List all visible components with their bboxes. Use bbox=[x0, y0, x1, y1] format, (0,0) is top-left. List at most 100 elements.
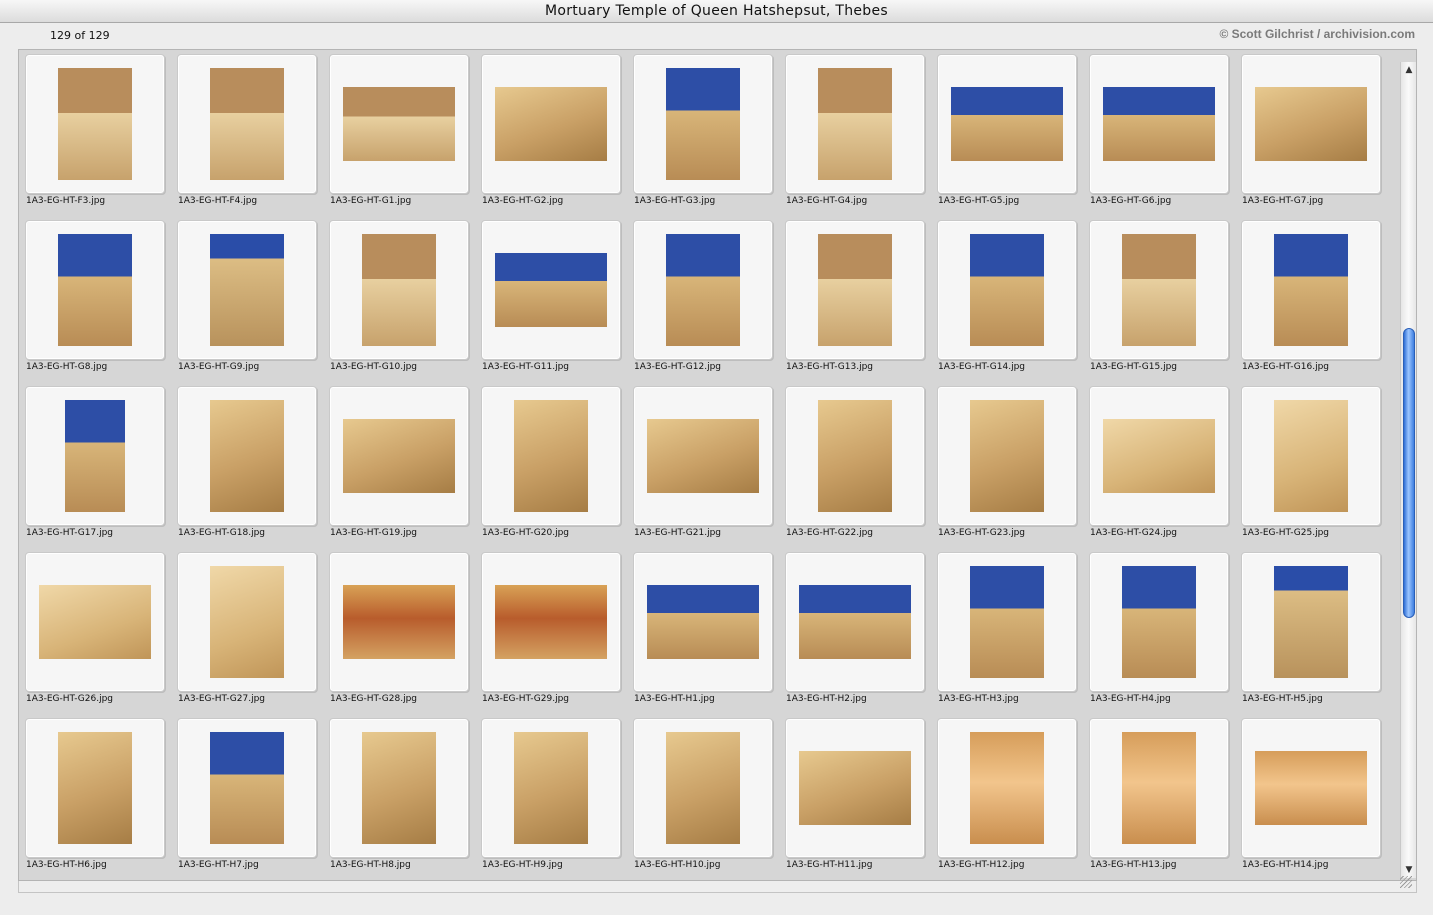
thumbnail-item[interactable]: 1A3-EG-HT-H7.jpg bbox=[171, 714, 323, 880]
thumbnail-frame[interactable] bbox=[1089, 54, 1229, 194]
thumbnail-item[interactable]: 1A3-EG-HT-G23.jpg bbox=[931, 382, 1083, 548]
thumbnail-image[interactable] bbox=[65, 400, 125, 512]
thumbnail-image[interactable] bbox=[799, 751, 911, 825]
thumbnail-item[interactable]: 1A3-EG-HT-H9.jpg bbox=[475, 714, 627, 880]
thumbnail-image[interactable] bbox=[343, 585, 455, 659]
thumbnail-item[interactable]: 1A3-EG-HT-G9.jpg bbox=[171, 216, 323, 382]
thumbnail-image[interactable] bbox=[514, 400, 588, 512]
thumbnail-item[interactable]: 1A3-EG-HT-G15.jpg bbox=[1083, 216, 1235, 382]
thumbnail-frame[interactable] bbox=[177, 718, 317, 858]
thumbnail-image[interactable] bbox=[818, 400, 892, 512]
thumbnail-image[interactable] bbox=[362, 732, 436, 844]
thumbnail-item[interactable]: 1A3-EG-HT-H1.jpg bbox=[627, 548, 779, 714]
thumbnail-image[interactable] bbox=[1122, 732, 1196, 844]
thumbnail-frame[interactable] bbox=[785, 54, 925, 194]
thumbnail-item[interactable]: 1A3-EG-HT-G1.jpg bbox=[323, 50, 475, 216]
thumbnail-frame[interactable] bbox=[1241, 718, 1381, 858]
thumbnail-item[interactable]: 1A3-EG-HT-G26.jpg bbox=[19, 548, 171, 714]
thumbnail-item[interactable]: 1A3-EG-HT-G18.jpg bbox=[171, 382, 323, 548]
thumbnail-image[interactable] bbox=[666, 234, 740, 346]
thumbnail-frame[interactable] bbox=[329, 552, 469, 692]
thumbnail-item[interactable]: 1A3-EG-HT-G17.jpg bbox=[19, 382, 171, 548]
thumbnail-item[interactable]: 1A3-EG-HT-H6.jpg bbox=[19, 714, 171, 880]
thumbnail-item[interactable]: 1A3-EG-HT-G21.jpg bbox=[627, 382, 779, 548]
thumbnail-item[interactable]: 1A3-EG-HT-G8.jpg bbox=[19, 216, 171, 382]
thumbnail-image[interactable] bbox=[514, 732, 588, 844]
thumbnail-image[interactable] bbox=[210, 732, 284, 844]
resize-grip-icon[interactable] bbox=[1400, 876, 1412, 888]
thumbnail-frame[interactable] bbox=[329, 718, 469, 858]
thumbnail-image[interactable] bbox=[1103, 419, 1215, 493]
thumbnail-frame[interactable] bbox=[633, 54, 773, 194]
thumbnail-image[interactable] bbox=[951, 87, 1063, 161]
thumbnail-image[interactable] bbox=[666, 732, 740, 844]
thumbnail-image[interactable] bbox=[58, 732, 132, 844]
thumbnail-image[interactable] bbox=[1122, 566, 1196, 678]
thumbnail-frame[interactable] bbox=[25, 718, 165, 858]
thumbnail-item[interactable]: 1A3-EG-HT-G27.jpg bbox=[171, 548, 323, 714]
thumbnail-item[interactable]: 1A3-EG-HT-F3.jpg bbox=[19, 50, 171, 216]
thumbnail-item[interactable]: 1A3-EG-HT-G25.jpg bbox=[1235, 382, 1387, 548]
thumbnail-frame[interactable] bbox=[633, 386, 773, 526]
thumbnail-item[interactable]: 1A3-EG-HT-H14.jpg bbox=[1235, 714, 1387, 880]
thumbnail-image[interactable] bbox=[495, 87, 607, 161]
thumbnail-item[interactable]: 1A3-EG-HT-G14.jpg bbox=[931, 216, 1083, 382]
thumbnail-frame[interactable] bbox=[1241, 552, 1381, 692]
thumbnail-image[interactable] bbox=[58, 68, 132, 180]
thumbnail-frame[interactable] bbox=[25, 220, 165, 360]
thumbnail-image[interactable] bbox=[970, 400, 1044, 512]
thumbnail-image[interactable] bbox=[343, 419, 455, 493]
thumbnail-item[interactable]: 1A3-EG-HT-G29.jpg bbox=[475, 548, 627, 714]
thumbnail-image[interactable] bbox=[1122, 234, 1196, 346]
thumbnail-frame[interactable] bbox=[1241, 220, 1381, 360]
thumbnail-image[interactable] bbox=[1103, 87, 1215, 161]
thumbnail-item[interactable]: 1A3-EG-HT-G28.jpg bbox=[323, 548, 475, 714]
thumbnail-item[interactable]: 1A3-EG-HT-G5.jpg bbox=[931, 50, 1083, 216]
thumbnail-item[interactable]: 1A3-EG-HT-H5.jpg bbox=[1235, 548, 1387, 714]
thumbnail-frame[interactable] bbox=[785, 220, 925, 360]
thumbnail-frame[interactable] bbox=[329, 54, 469, 194]
thumbnail-image[interactable] bbox=[647, 585, 759, 659]
thumbnail-image[interactable] bbox=[1255, 87, 1367, 161]
thumbnail-item[interactable]: 1A3-EG-HT-G4.jpg bbox=[779, 50, 931, 216]
thumbnail-item[interactable]: 1A3-EG-HT-H13.jpg bbox=[1083, 714, 1235, 880]
thumbnail-image[interactable] bbox=[818, 234, 892, 346]
thumbnail-frame[interactable] bbox=[785, 552, 925, 692]
thumbnail-image[interactable] bbox=[818, 68, 892, 180]
scroll-up-arrow[interactable]: ▲ bbox=[1403, 64, 1415, 76]
thumbnail-image[interactable] bbox=[362, 234, 436, 346]
scroll-down-arrow[interactable]: ▼ bbox=[1403, 864, 1415, 876]
thumbnail-image[interactable] bbox=[1255, 751, 1367, 825]
thumbnail-frame[interactable] bbox=[937, 54, 1077, 194]
thumbnail-item[interactable]: 1A3-EG-HT-G2.jpg bbox=[475, 50, 627, 216]
thumbnail-frame[interactable] bbox=[177, 386, 317, 526]
thumbnail-image[interactable] bbox=[970, 234, 1044, 346]
thumbnail-item[interactable]: 1A3-EG-HT-G20.jpg bbox=[475, 382, 627, 548]
thumbnail-image[interactable] bbox=[343, 87, 455, 161]
thumbnail-image[interactable] bbox=[666, 68, 740, 180]
thumbnail-frame[interactable] bbox=[481, 552, 621, 692]
thumbnail-frame[interactable] bbox=[1089, 552, 1229, 692]
thumbnail-item[interactable]: 1A3-EG-HT-G19.jpg bbox=[323, 382, 475, 548]
thumbnail-frame[interactable] bbox=[937, 718, 1077, 858]
thumbnail-frame[interactable] bbox=[1241, 386, 1381, 526]
thumbnail-item[interactable]: 1A3-EG-HT-G22.jpg bbox=[779, 382, 931, 548]
thumbnail-image[interactable] bbox=[647, 419, 759, 493]
thumbnail-image[interactable] bbox=[58, 234, 132, 346]
thumbnail-item[interactable]: 1A3-EG-HT-H12.jpg bbox=[931, 714, 1083, 880]
thumbnail-item[interactable]: 1A3-EG-HT-F4.jpg bbox=[171, 50, 323, 216]
thumbnail-item[interactable]: 1A3-EG-HT-G13.jpg bbox=[779, 216, 931, 382]
thumbnail-frame[interactable] bbox=[25, 386, 165, 526]
thumbnail-item[interactable]: 1A3-EG-HT-G6.jpg bbox=[1083, 50, 1235, 216]
thumbnail-image[interactable] bbox=[970, 566, 1044, 678]
thumbnail-image[interactable] bbox=[799, 585, 911, 659]
thumbnail-image[interactable] bbox=[495, 585, 607, 659]
thumbnail-frame[interactable] bbox=[937, 552, 1077, 692]
thumbnail-frame[interactable] bbox=[633, 718, 773, 858]
thumbnail-frame[interactable] bbox=[937, 386, 1077, 526]
thumbnail-frame[interactable] bbox=[937, 220, 1077, 360]
thumbnail-item[interactable]: 1A3-EG-HT-H10.jpg bbox=[627, 714, 779, 880]
thumbnail-frame[interactable] bbox=[481, 718, 621, 858]
thumbnail-frame[interactable] bbox=[25, 54, 165, 194]
thumbnail-item[interactable]: 1A3-EG-HT-H3.jpg bbox=[931, 548, 1083, 714]
